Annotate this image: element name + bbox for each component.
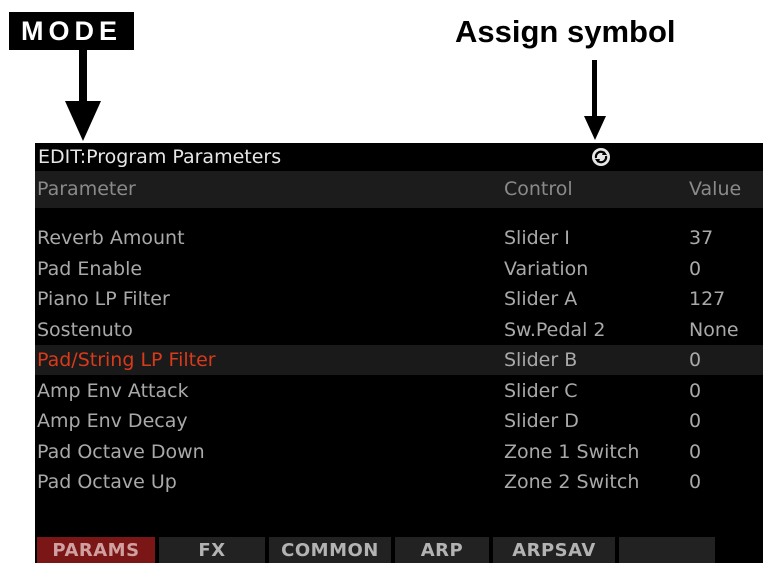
screen-title: EDIT:Program Parameters xyxy=(38,146,282,168)
tab-arp[interactable]: ARP xyxy=(395,537,489,563)
parameter-value: 127 xyxy=(689,288,726,310)
parameter-row[interactable]: Piano LP Filter Slider A 127 xyxy=(35,284,763,314)
parameter-value: 0 xyxy=(689,410,702,432)
parameter-value: 0 xyxy=(689,349,702,371)
assign-arrow-shaft xyxy=(592,60,597,120)
parameter-value: None xyxy=(689,318,739,341)
assign-arrow-head-icon xyxy=(584,116,606,140)
parameter-value: 0 xyxy=(689,440,702,463)
mode-arrow-shaft xyxy=(79,50,87,105)
parameter-row[interactable]: Amp Env Decay Slider D 0 xyxy=(35,406,763,436)
control-name: Slider C xyxy=(504,379,578,402)
mode-label: MODE xyxy=(9,12,134,50)
parameter-value: 37 xyxy=(689,227,714,249)
control-name: Slider D xyxy=(504,410,579,432)
control-name: Zone 2 Switch xyxy=(504,471,640,493)
soft-button-bar: PARAMS FX COMMON ARP ARPSAV xyxy=(35,536,763,563)
control-name: Slider B xyxy=(504,349,578,371)
parameter-row[interactable]: Sostenuto Sw.Pedal 2 None xyxy=(35,315,763,345)
lcd-screen: EDIT:Program Parameters Parameter Contro… xyxy=(35,143,763,563)
parameter-name: Pad Octave Down xyxy=(37,440,205,463)
parameter-row[interactable]: Reverb Amount Slider I 37 xyxy=(35,223,763,253)
tab-empty[interactable] xyxy=(619,537,715,563)
tab-fx[interactable]: FX xyxy=(159,537,265,563)
parameter-row[interactable]: Pad Enable Variation 0 xyxy=(35,254,763,284)
parameter-row[interactable]: Pad/String LP Filter Slider B 0 xyxy=(35,345,763,375)
title-bar: EDIT:Program Parameters xyxy=(35,143,763,171)
header-control: Control xyxy=(504,178,573,200)
parameter-name: Piano LP Filter xyxy=(37,288,170,310)
parameter-name: Pad/String LP Filter xyxy=(37,349,216,371)
control-name: Slider A xyxy=(504,288,578,310)
parameter-value: 0 xyxy=(689,257,702,280)
header-parameter: Parameter xyxy=(37,178,136,200)
parameter-value: 0 xyxy=(689,379,702,402)
control-name: Sw.Pedal 2 xyxy=(504,318,606,341)
tab-arpsav[interactable]: ARPSAV xyxy=(493,537,615,563)
column-header: Parameter Control Value xyxy=(35,171,763,208)
mode-arrow-head-icon xyxy=(65,101,101,141)
tab-common[interactable]: COMMON xyxy=(269,537,391,563)
parameter-name: Amp Env Attack xyxy=(37,379,189,402)
assign-symbol-icon xyxy=(592,148,610,166)
control-name: Variation xyxy=(504,257,589,280)
parameter-row[interactable]: Pad Octave Up Zone 2 Switch 0 xyxy=(35,467,763,497)
parameter-row[interactable]: Pad Octave Down Zone 1 Switch 0 xyxy=(35,437,763,467)
header-value: Value xyxy=(689,178,742,200)
control-name: Slider I xyxy=(504,227,570,249)
parameter-name: Pad Octave Up xyxy=(37,471,177,493)
control-name: Zone 1 Switch xyxy=(504,440,640,463)
parameter-value: 0 xyxy=(689,471,702,493)
parameter-name: Pad Enable xyxy=(37,257,143,280)
tab-params[interactable]: PARAMS xyxy=(37,537,155,563)
parameter-row[interactable]: Amp Env Attack Slider C 0 xyxy=(35,376,763,406)
assign-symbol-label: Assign symbol xyxy=(455,14,676,49)
parameter-name: Sostenuto xyxy=(37,318,133,341)
parameter-name: Reverb Amount xyxy=(37,227,185,249)
parameter-name: Amp Env Decay xyxy=(37,410,188,432)
